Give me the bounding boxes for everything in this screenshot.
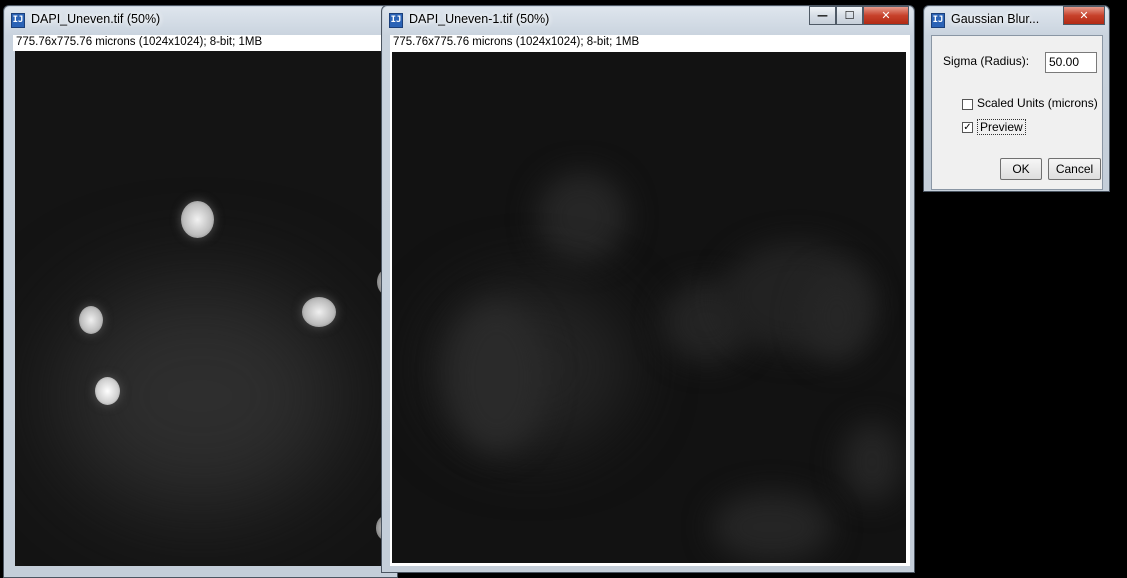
title-bar[interactable]: IJ Gaussian Blur... ✕: [924, 6, 1109, 36]
image-window-original[interactable]: IJ DAPI_Uneven.tif (50%) 775.76x775.76 m…: [3, 5, 398, 578]
cell-nucleus: [302, 297, 336, 327]
blur-spot: [447, 302, 547, 452]
cancel-button[interactable]: Cancel: [1048, 158, 1101, 180]
close-button[interactable]: ✕: [1063, 6, 1105, 25]
window-title: DAPI_Uneven-1.tif (50%): [409, 12, 550, 26]
scaled-units-checkbox[interactable]: [962, 99, 973, 110]
title-bar[interactable]: IJ DAPI_Uneven.tif (50%): [4, 6, 397, 36]
image-canvas[interactable]: [390, 50, 910, 566]
maximize-button[interactable]: ☐: [836, 6, 863, 25]
image-info-bar: 775.76x775.76 microns (1024x1024); 8-bit…: [390, 35, 910, 50]
blur-spot: [842, 422, 902, 502]
dialog-body: Sigma (Radius): 50.00 Scaled Units (micr…: [931, 35, 1103, 190]
cell-nucleus: [95, 377, 120, 405]
dialog-title: Gaussian Blur...: [951, 12, 1040, 26]
imagej-icon: IJ: [389, 13, 403, 28]
blur-spot: [537, 172, 627, 262]
imagej-icon: IJ: [931, 13, 945, 28]
image-info-bar: 775.76x775.76 microns (1024x1024); 8-bit…: [13, 35, 393, 51]
window-title: DAPI_Uneven.tif (50%): [31, 12, 161, 26]
sigma-input[interactable]: 50.00: [1045, 52, 1097, 73]
blurred-image: [392, 52, 906, 563]
cell-nucleus: [181, 201, 214, 238]
gaussian-blur-dialog[interactable]: IJ Gaussian Blur... ✕ Sigma (Radius): 50…: [923, 5, 1110, 192]
sigma-label: Sigma (Radius):: [943, 54, 1030, 68]
cell-nucleus: [79, 306, 103, 334]
preview-label[interactable]: Preview: [977, 119, 1026, 135]
minimize-button[interactable]: —: [809, 6, 836, 25]
image-canvas[interactable]: [15, 51, 393, 566]
close-button[interactable]: ✕: [863, 6, 909, 25]
image-window-blurred[interactable]: IJ DAPI_Uneven-1.tif (50%) — ☐ ✕ 775.76x…: [381, 5, 915, 573]
blur-spot: [802, 272, 872, 362]
title-bar[interactable]: IJ DAPI_Uneven-1.tif (50%) — ☐ ✕: [382, 6, 914, 36]
ok-button[interactable]: OK: [1000, 158, 1042, 180]
blur-spot: [712, 492, 832, 562]
imagej-icon: IJ: [11, 13, 25, 28]
preview-checkbox[interactable]: ✓: [962, 122, 973, 133]
scaled-units-label[interactable]: Scaled Units (microns): [977, 96, 1098, 110]
